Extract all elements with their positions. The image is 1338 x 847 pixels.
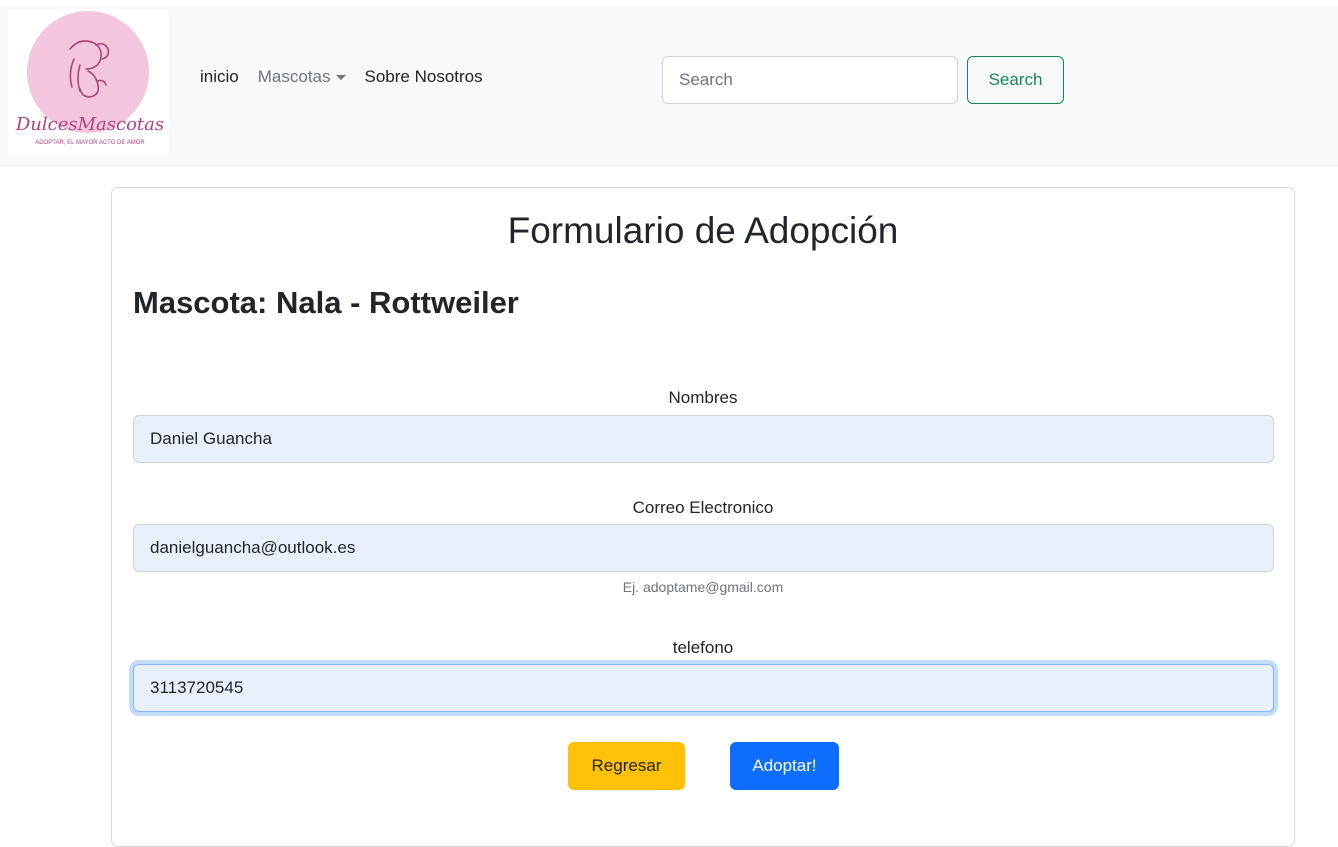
nav-links: inicio Mascotas Sobre Nosotros [200,67,483,87]
correo-helper-text: Ej. adoptame@gmail.com [622,579,784,595]
brand-logo[interactable]: DulcesMascotas ADOPTAR, EL MAYOR ACTO DE… [8,9,169,156]
navbar: DulcesMascotas ADOPTAR, EL MAYOR ACTO DE… [0,5,1338,167]
pet-name: Nala - Rottweiler [275,285,519,320]
nav-item-mascotas-dropdown[interactable]: Mascotas [258,67,346,87]
nombres-input[interactable] [133,415,1274,463]
telefono-input[interactable] [133,664,1274,712]
search-button[interactable]: Search [967,56,1064,104]
adoption-form-card: Formulario de Adopción Mascota: Nala - R… [111,187,1295,847]
caret-down-icon [335,74,346,80]
nav-item-inicio[interactable]: inicio [200,67,239,87]
brand-name: DulcesMascotas [15,114,165,135]
brand-tagline: ADOPTAR, EL MAYOR ACTO DE AMOR [35,140,145,146]
correo-input[interactable] [133,524,1274,572]
pet-prefix: Mascota: [133,285,276,320]
nav-item-mascotas-label: Mascotas [257,67,331,86]
telefono-label: telefono [672,638,734,657]
nombres-label: Nombres [668,388,738,407]
form-title: Formulario de Adopción [507,210,899,251]
correo-label: Correo Electronico [632,498,774,517]
pet-heading: Mascota: Nala - Rottweiler [133,285,519,321]
regresar-button[interactable]: Regresar [568,742,685,790]
nav-item-sobre-nosotros[interactable]: Sobre Nosotros [365,67,483,87]
adoptar-button[interactable]: Adoptar! [730,742,839,790]
search-input[interactable] [662,56,958,104]
